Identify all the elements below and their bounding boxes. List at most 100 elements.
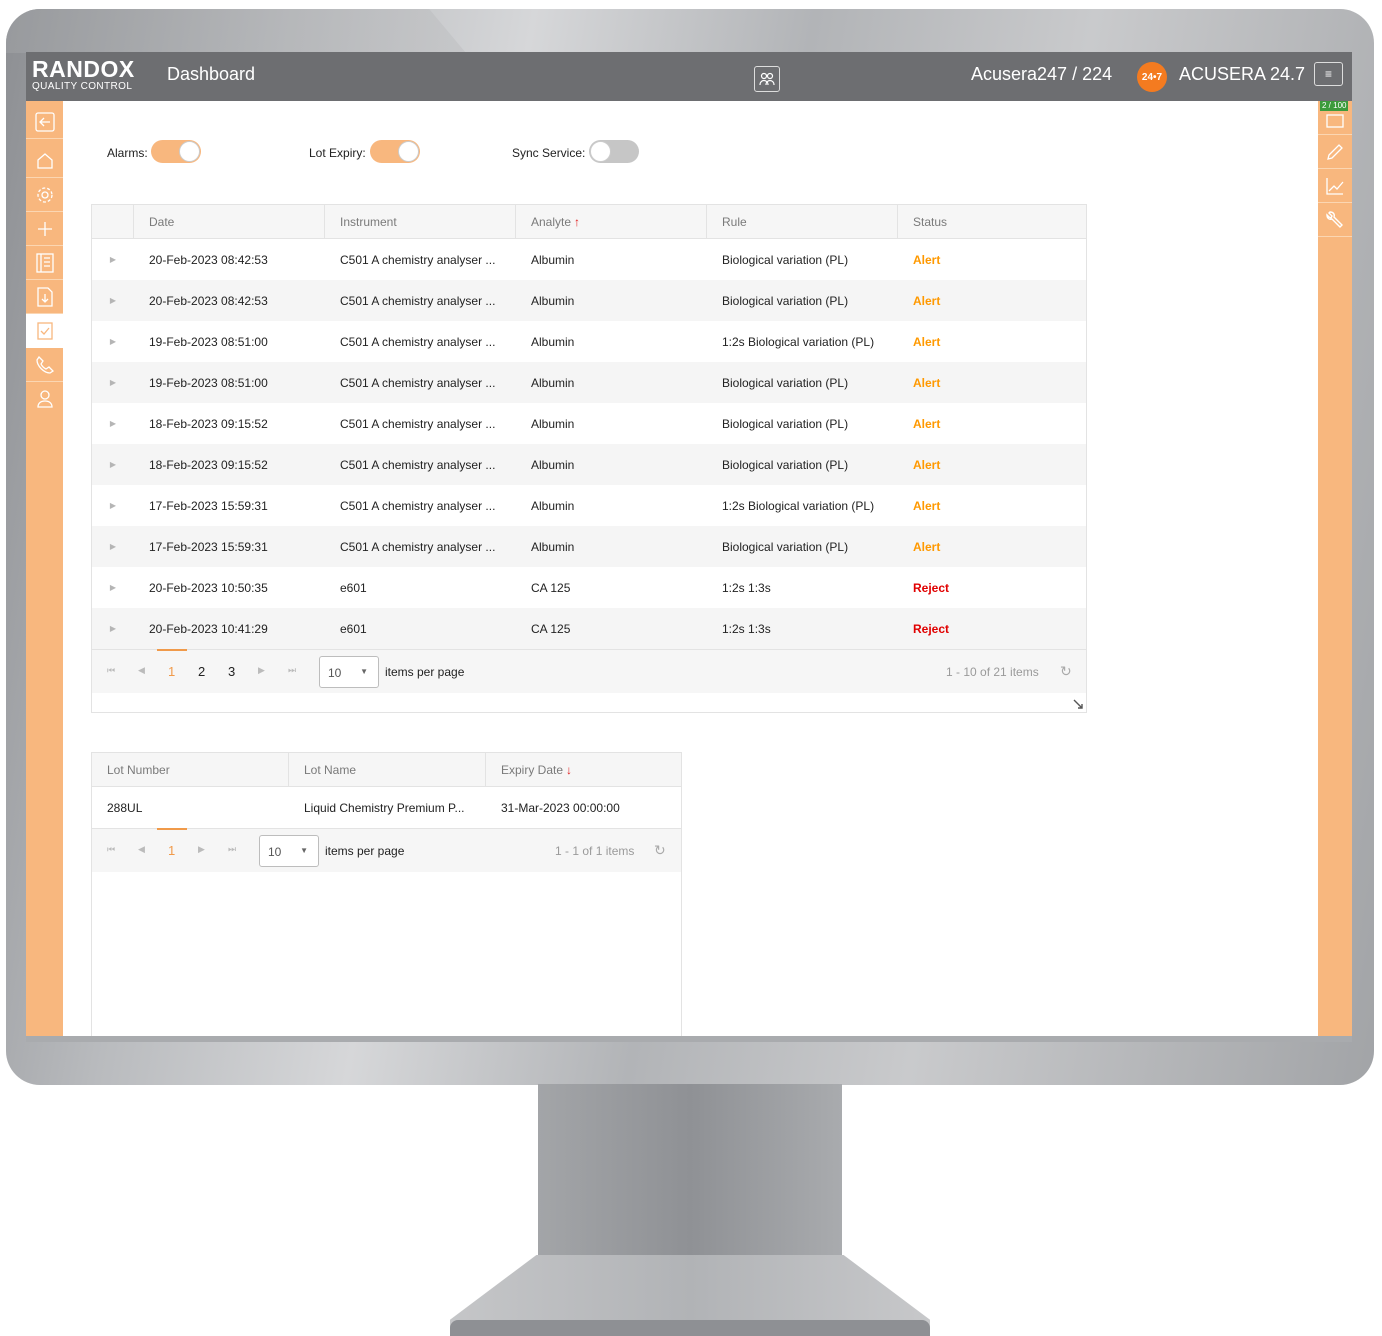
cell-analyte: Albumin bbox=[531, 293, 575, 308]
expand-row-icon[interactable]: ▶ bbox=[92, 542, 134, 551]
expand-row-icon[interactable]: ▶ bbox=[92, 296, 134, 305]
window-icon bbox=[1326, 113, 1344, 128]
table-row[interactable]: ▶ 20-Feb-2023 10:41:29 e601 CA 125 1:2s 1:3s… bbox=[92, 608, 1086, 649]
cell-instrument: e601 bbox=[340, 580, 367, 595]
next-page-icon[interactable]: ▶ bbox=[198, 844, 205, 855]
collapse-sidebar-button[interactable] bbox=[26, 105, 63, 139]
column-header-lot-name[interactable]: Lot Name bbox=[289, 753, 486, 787]
cell-analyte: CA 125 bbox=[531, 621, 571, 636]
cell-date: 18-Feb-2023 09:15:52 bbox=[149, 416, 268, 431]
sidebar-item-reports[interactable] bbox=[26, 246, 63, 280]
product-name: ACUSERA 24.7 bbox=[1179, 64, 1306, 84]
page-size-select[interactable]: 10 ▼ bbox=[259, 835, 319, 867]
table-row[interactable]: ▶ 20-Feb-2023 08:42:53 C501 A chemistry an… bbox=[92, 239, 1086, 280]
page-1-button[interactable]: 1 bbox=[168, 664, 175, 679]
expand-row-icon[interactable]: ▶ bbox=[92, 583, 134, 592]
cell-analyte: Albumin bbox=[531, 375, 575, 390]
cell-rule: 1:2s 1:3s bbox=[722, 621, 771, 636]
line-chart-icon bbox=[1326, 177, 1344, 195]
alarms-toggle[interactable] bbox=[151, 140, 201, 163]
sidebar-item-settings[interactable] bbox=[26, 178, 63, 212]
menu-button[interactable]: ≡ bbox=[1314, 62, 1343, 86]
table-row[interactable]: ▶ 20-Feb-2023 08:42:53 C501 A chemistry an… bbox=[92, 280, 1086, 321]
cell-instrument: C501 A chemistry analyser ... bbox=[340, 539, 496, 554]
first-page-icon[interactable]: ⏮ bbox=[107, 665, 115, 676]
user-account[interactable]: Acusera247 / 224 bbox=[971, 64, 1112, 85]
sidebar-item-contact[interactable] bbox=[26, 348, 63, 382]
last-page-icon[interactable]: ⏭ bbox=[288, 665, 296, 676]
sidebar-item-add[interactable] bbox=[26, 212, 63, 246]
users-button[interactable] bbox=[754, 66, 780, 92]
next-page-icon[interactable]: ▶ bbox=[258, 665, 265, 676]
column-header-instrument[interactable]: Instrument bbox=[325, 205, 516, 239]
cell-instrument: C501 A chemistry analyser ... bbox=[340, 457, 496, 472]
expand-row-icon[interactable]: ▶ bbox=[92, 419, 134, 428]
cell-analyte: Albumin bbox=[531, 539, 575, 554]
sort-descending-icon: ↓ bbox=[566, 763, 573, 777]
table-row[interactable]: ▶ 17-Feb-2023 15:59:31 C501 A chemistry an… bbox=[92, 485, 1086, 526]
last-page-icon[interactable]: ⏭ bbox=[228, 844, 236, 855]
cell-expiry: 31-Mar-2023 00:00:00 bbox=[501, 800, 620, 815]
resize-handle-icon[interactable] bbox=[1072, 698, 1084, 710]
lot-grid-body: 288UL Liquid Chemistry Premium P... 31-Mar… bbox=[92, 787, 681, 828]
users-icon bbox=[759, 72, 775, 86]
table-row[interactable]: ▶ 18-Feb-2023 09:15:52 C501 A chemistry an… bbox=[92, 444, 1086, 485]
cell-instrument: C501 A chemistry analyser ... bbox=[340, 416, 496, 431]
cell-date: 19-Feb-2023 08:51:00 bbox=[149, 375, 268, 390]
refresh-icon[interactable]: ↻ bbox=[1060, 663, 1072, 680]
page-1-button[interactable]: 1 bbox=[168, 843, 175, 858]
sync-service-toggle[interactable] bbox=[589, 140, 639, 163]
sidebar-item-profile[interactable] bbox=[26, 382, 63, 416]
column-header-rule[interactable]: Rule bbox=[707, 205, 898, 239]
cell-instrument: e601 bbox=[340, 621, 367, 636]
column-header-date[interactable]: Date bbox=[134, 205, 325, 239]
refresh-icon[interactable]: ↻ bbox=[654, 842, 666, 859]
page-2-button[interactable]: 2 bbox=[198, 664, 205, 679]
column-header-analyte[interactable]: Analyte ↑ bbox=[516, 205, 707, 239]
lot-expiry-grid: Lot Number Lot Name Expiry Date ↓ 288UL L… bbox=[91, 752, 682, 1041]
list-document-icon bbox=[35, 252, 54, 273]
right-item-chart[interactable] bbox=[1318, 169, 1352, 203]
expand-row-icon[interactable]: ▶ bbox=[92, 624, 134, 633]
table-row[interactable]: ▶ 19-Feb-2023 08:51:00 C501 A chemistry an… bbox=[92, 321, 1086, 362]
table-row[interactable]: 288UL Liquid Chemistry Premium P... 31-Mar… bbox=[92, 787, 681, 828]
expand-row-icon[interactable]: ▶ bbox=[92, 501, 134, 510]
cell-status: Reject bbox=[913, 621, 950, 636]
page-size-select[interactable]: 10 ▼ bbox=[319, 656, 379, 688]
expand-row-icon[interactable]: ▶ bbox=[92, 378, 134, 387]
sidebar-item-home[interactable] bbox=[26, 144, 63, 178]
expand-row-icon[interactable]: ▶ bbox=[92, 460, 134, 469]
expand-row-icon[interactable]: ▶ bbox=[92, 255, 134, 264]
table-row[interactable]: ▶ 19-Feb-2023 08:51:00 C501 A chemistry an… bbox=[92, 362, 1086, 403]
home-icon bbox=[36, 152, 53, 169]
sidebar-item-import[interactable] bbox=[26, 280, 63, 314]
prev-page-icon[interactable]: ◀ bbox=[138, 844, 145, 855]
chevron-down-icon: ▼ bbox=[360, 667, 368, 676]
table-row[interactable]: ▶ 18-Feb-2023 09:15:52 C501 A chemistry an… bbox=[92, 403, 1086, 444]
cell-lot-number: 288UL bbox=[107, 800, 143, 815]
table-row[interactable]: ▶ 17-Feb-2023 15:59:31 C501 A chemistry an… bbox=[92, 526, 1086, 567]
table-row[interactable]: ▶ 20-Feb-2023 10:50:35 e601 CA 125 1:2s 1:3s… bbox=[92, 567, 1086, 608]
column-header-expiry-date[interactable]: Expiry Date ↓ bbox=[486, 753, 681, 787]
prev-page-icon[interactable]: ◀ bbox=[138, 665, 145, 676]
cell-status: Alert bbox=[913, 457, 941, 472]
right-item-tools[interactable] bbox=[1318, 203, 1352, 237]
first-page-icon[interactable]: ⏮ bbox=[107, 844, 115, 855]
cell-status: Alert bbox=[913, 416, 941, 431]
right-item-panel[interactable] bbox=[1318, 101, 1352, 135]
expand-row-icon[interactable]: ▶ bbox=[92, 337, 134, 346]
cell-rule: Biological variation (PL) bbox=[722, 539, 849, 554]
lot-expiry-toggle[interactable] bbox=[370, 140, 420, 163]
sidebar-item-alerts[interactable] bbox=[26, 314, 63, 348]
cell-rule: Biological variation (PL) bbox=[722, 416, 849, 431]
column-header-status[interactable]: Status bbox=[898, 205, 1086, 239]
pager-info: 1 - 1 of 1 items bbox=[555, 844, 635, 858]
cell-instrument: C501 A chemistry analyser ... bbox=[340, 293, 496, 308]
lot-grid-header: Lot Number Lot Name Expiry Date ↓ bbox=[92, 753, 681, 787]
page-3-button[interactable]: 3 bbox=[228, 664, 235, 679]
cell-status: Alert bbox=[913, 375, 941, 390]
plus-icon bbox=[37, 221, 52, 236]
cell-rule: 1:2s Biological variation (PL) bbox=[722, 498, 875, 513]
column-header-lot-number[interactable]: Lot Number bbox=[92, 753, 289, 787]
right-item-edit[interactable] bbox=[1318, 135, 1352, 169]
